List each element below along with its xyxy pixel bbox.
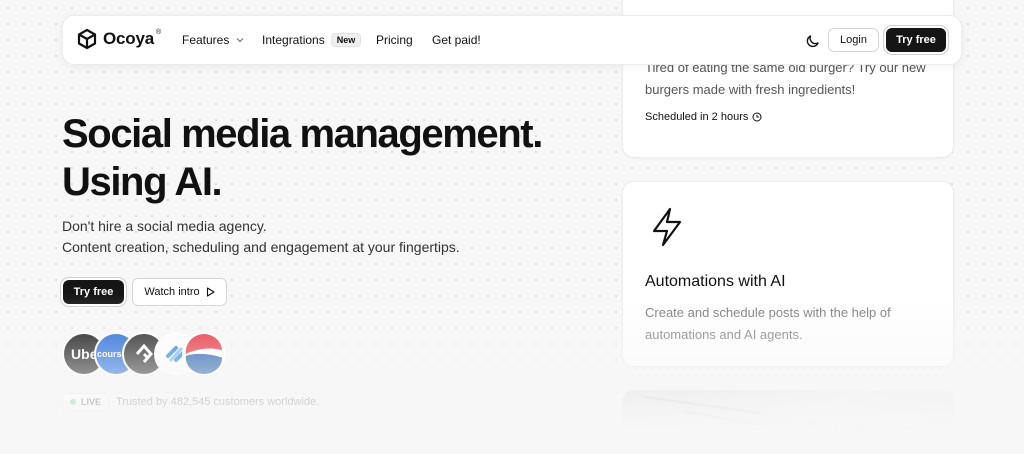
nav-features-label: Features bbox=[182, 33, 230, 47]
scheduled-label: Scheduled in 2 hours bbox=[645, 111, 749, 123]
nav-get-paid[interactable]: Get paid! bbox=[432, 33, 481, 47]
hero-title: Social media management. Using AI. bbox=[62, 110, 582, 206]
play-icon bbox=[206, 287, 215, 297]
automations-description: Create and schedule posts with the help … bbox=[645, 305, 891, 342]
lightning-bolt-icon bbox=[652, 207, 682, 247]
brand-logo[interactable]: Ocoya ® bbox=[77, 28, 165, 50]
hero-subtitle-line2: Content creation, scheduling and engagem… bbox=[62, 239, 460, 255]
moon-icon[interactable] bbox=[805, 33, 821, 49]
hero-title-line2: Using AI. bbox=[62, 160, 223, 204]
agency-avatar-icon bbox=[804, 421, 820, 437]
hero-title-line1: Social media management. bbox=[62, 112, 543, 156]
agencies-card: Made for agencies bbox=[622, 390, 954, 454]
made-for-agencies-label: Made for agencies bbox=[828, 423, 919, 435]
live-badge: LIVE bbox=[62, 393, 110, 411]
live-status-dot bbox=[70, 399, 76, 405]
new-badge: New bbox=[330, 33, 362, 47]
trusted-by-text: Trusted by 482,545 customers worldwide. bbox=[116, 396, 320, 408]
registered-mark: ® bbox=[155, 28, 162, 36]
pepsi-globe-icon bbox=[185, 334, 223, 374]
pepsi-logo bbox=[182, 332, 226, 376]
chevron-down-icon bbox=[236, 38, 244, 43]
customer-logos: Uber coursera bbox=[62, 332, 232, 378]
try-free-nav-button[interactable]: Try free bbox=[886, 28, 946, 52]
watch-intro-label: Watch intro bbox=[144, 286, 200, 298]
scheduled-status: Scheduled in 2 hours bbox=[645, 111, 762, 123]
nav-pricing-label: Pricing bbox=[376, 33, 413, 47]
clock-icon bbox=[752, 112, 762, 122]
nav-integrations[interactable]: Integrations New bbox=[262, 33, 362, 47]
cube-logo-icon bbox=[77, 28, 97, 50]
nav-integrations-label: Integrations bbox=[262, 33, 325, 47]
live-label: LIVE bbox=[81, 397, 102, 407]
hero-subtitle: Don't hire a social media agency. Conten… bbox=[62, 216, 542, 258]
nav-get-paid-label: Get paid! bbox=[432, 33, 481, 47]
login-button[interactable]: Login bbox=[828, 28, 879, 52]
nav-pricing[interactable]: Pricing bbox=[376, 33, 413, 47]
brand-name: Ocoya bbox=[103, 29, 154, 48]
watch-intro-button[interactable]: Watch intro bbox=[132, 278, 227, 306]
automations-title: Automations with AI bbox=[645, 273, 786, 290]
top-navbar: Ocoya ® Features Integrations New Pricin… bbox=[62, 15, 962, 65]
nav-features[interactable]: Features bbox=[182, 33, 245, 47]
made-for-agencies-pill: Made for agencies bbox=[794, 414, 933, 444]
hero-subtitle-line1: Don't hire a social media agency. bbox=[62, 218, 267, 234]
try-free-hero-button[interactable]: Try free bbox=[63, 280, 124, 304]
